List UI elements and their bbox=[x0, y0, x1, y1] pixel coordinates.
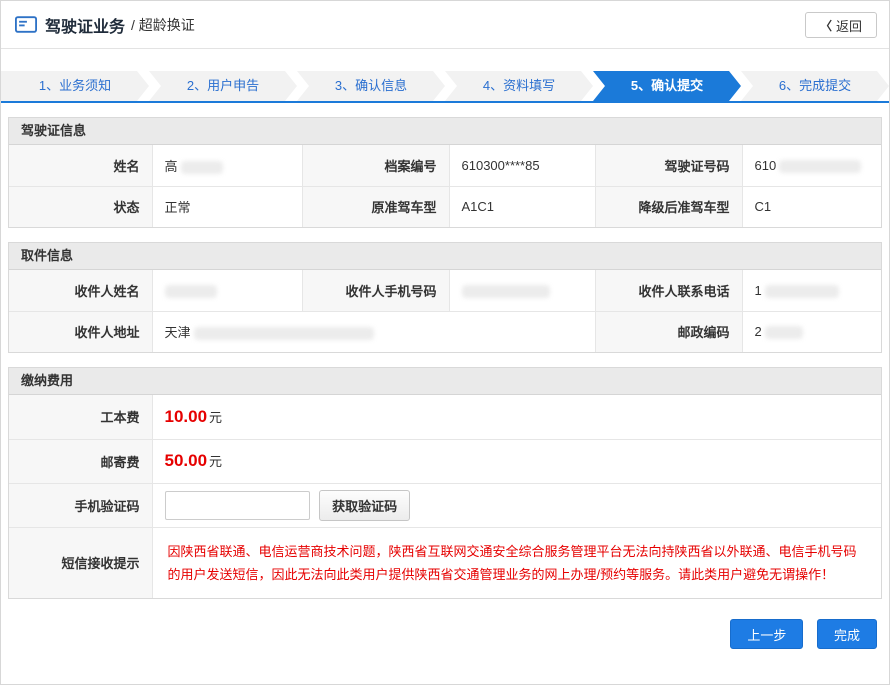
license-no-label: 驾驶证号码 bbox=[595, 145, 742, 186]
file-no-label: 档案编号 bbox=[302, 145, 449, 186]
address-label: 收件人地址 bbox=[9, 311, 152, 352]
name-value: 高 bbox=[152, 145, 302, 186]
cost-fee-unit: 元 bbox=[209, 410, 222, 425]
downgraded-class-value: C1 bbox=[742, 186, 881, 227]
step-label: 6、完成提交 bbox=[779, 78, 851, 93]
postage-fee-value: 50.00元 bbox=[152, 439, 881, 483]
step-4-fill-form[interactable]: 4、资料填写 bbox=[445, 71, 593, 101]
step-label: 2、用户申告 bbox=[187, 78, 259, 93]
step-label: 5、确认提交 bbox=[631, 78, 703, 93]
captcha-cell: 获取验证码 bbox=[152, 483, 881, 527]
section-title: 取件信息 bbox=[9, 243, 881, 270]
recipient-name-label: 收件人姓名 bbox=[9, 270, 152, 311]
finish-button[interactable]: 完成 bbox=[817, 619, 877, 649]
table-row: 手机验证码 获取验证码 bbox=[9, 483, 881, 527]
sms-notice-cell: 因陕西省联通、电信运营商技术问题，陕西省互联网交通安全综合服务管理平台无法向持陕… bbox=[152, 527, 881, 598]
pickup-info-section: 取件信息 收件人姓名 收件人手机号码 收件人联系电话 1 bbox=[8, 242, 882, 353]
name-label: 姓名 bbox=[9, 145, 152, 186]
postage-fee-label: 邮寄费 bbox=[9, 439, 152, 483]
recipient-mobile-value bbox=[449, 270, 595, 311]
captcha-input[interactable] bbox=[165, 491, 310, 520]
step-label: 4、资料填写 bbox=[483, 78, 555, 93]
table-row: 邮寄费 50.00元 bbox=[9, 439, 881, 483]
recipient-name-value bbox=[152, 270, 302, 311]
license-no-value: 610 bbox=[742, 145, 881, 186]
orig-class-label: 原准驾车型 bbox=[302, 186, 449, 227]
get-captcha-button[interactable]: 获取验证码 bbox=[319, 490, 410, 521]
address-text: 天津 bbox=[165, 325, 191, 340]
license-card-icon bbox=[15, 16, 37, 33]
redacted-text bbox=[165, 285, 217, 298]
table-row: 短信接收提示 因陕西省联通、电信运营商技术问题，陕西省互联网交通安全综合服务管理… bbox=[9, 527, 881, 598]
status-value: 正常 bbox=[152, 186, 302, 227]
captcha-label: 手机验证码 bbox=[9, 483, 152, 527]
cost-fee-value: 10.00元 bbox=[152, 395, 881, 439]
header: 驾驶证业务 / 超龄换证 〈 返回 bbox=[1, 1, 889, 49]
back-button-label: 返回 bbox=[836, 16, 862, 35]
redacted-text bbox=[194, 327, 374, 340]
cost-fee-amount: 10.00 bbox=[165, 407, 208, 426]
postcode-label: 邮政编码 bbox=[595, 311, 742, 352]
postcode-value: 2 bbox=[742, 311, 881, 352]
step-label: 3、确认信息 bbox=[335, 78, 407, 93]
step-5-confirm-submit[interactable]: 5、确认提交 bbox=[593, 71, 741, 101]
redacted-text bbox=[462, 285, 550, 298]
address-value: 天津 bbox=[152, 311, 595, 352]
cost-fee-label: 工本费 bbox=[9, 395, 152, 439]
footer-actions: 上一步 完成 bbox=[1, 599, 889, 649]
table-row: 收件人地址 天津 邮政编码 2 bbox=[9, 311, 881, 352]
orig-class-value: A1C1 bbox=[449, 186, 595, 227]
recipient-phone-text: 1 bbox=[755, 283, 762, 298]
page-subtitle: / 超龄换证 bbox=[131, 15, 195, 35]
section-title: 驾驶证信息 bbox=[9, 118, 881, 145]
postage-fee-amount: 50.00 bbox=[165, 451, 208, 470]
table-row: 工本费 10.00元 bbox=[9, 395, 881, 439]
license-no-text: 610 bbox=[755, 158, 777, 173]
redacted-text bbox=[779, 160, 861, 173]
sms-notice-label: 短信接收提示 bbox=[9, 527, 152, 598]
section-title: 缴纳费用 bbox=[9, 368, 881, 395]
chevron-left-icon: 〈 bbox=[820, 17, 832, 34]
status-label: 状态 bbox=[9, 186, 152, 227]
recipient-mobile-label: 收件人手机号码 bbox=[302, 270, 449, 311]
redacted-text bbox=[765, 285, 839, 298]
table-row: 姓名 高 档案编号 610300****85 驾驶证号码 610 bbox=[9, 145, 881, 186]
step-6-finish[interactable]: 6、完成提交 bbox=[741, 71, 889, 101]
previous-step-button[interactable]: 上一步 bbox=[730, 619, 803, 649]
page-title: 驾驶证业务 bbox=[45, 13, 125, 37]
page: 驾驶证业务 / 超龄换证 〈 返回 1、业务须知 2、用户申告 3、确认信息 4… bbox=[0, 0, 890, 685]
table-row: 状态 正常 原准驾车型 A1C1 降级后准驾车型 C1 bbox=[9, 186, 881, 227]
pickup-info-table: 收件人姓名 收件人手机号码 收件人联系电话 1 收件人地址 天津 邮政编码 bbox=[9, 270, 881, 352]
license-info-table: 姓名 高 档案编号 610300****85 驾驶证号码 610 状态 正常 原… bbox=[9, 145, 881, 227]
redacted-text bbox=[765, 326, 803, 339]
back-button[interactable]: 〈 返回 bbox=[805, 12, 877, 38]
fees-section: 缴纳费用 工本费 10.00元 邮寄费 50.00元 手机验证码 bbox=[8, 367, 882, 599]
fees-table: 工本费 10.00元 邮寄费 50.00元 手机验证码 获取验证码 短信接收提 bbox=[9, 395, 881, 598]
step-3-confirm-info[interactable]: 3、确认信息 bbox=[297, 71, 445, 101]
file-no-value: 610300****85 bbox=[449, 145, 595, 186]
step-2-declaration[interactable]: 2、用户申告 bbox=[149, 71, 297, 101]
license-info-section: 驾驶证信息 姓名 高 档案编号 610300****85 驾驶证号码 610 状… bbox=[8, 117, 882, 228]
recipient-phone-value: 1 bbox=[742, 270, 881, 311]
name-text: 高 bbox=[165, 159, 178, 174]
redacted-text bbox=[181, 161, 223, 174]
postcode-text: 2 bbox=[755, 324, 762, 339]
recipient-phone-label: 收件人联系电话 bbox=[595, 270, 742, 311]
step-1-notice[interactable]: 1、业务须知 bbox=[1, 71, 149, 101]
step-label: 1、业务须知 bbox=[39, 78, 111, 93]
postage-fee-unit: 元 bbox=[209, 454, 222, 469]
downgraded-class-label: 降级后准驾车型 bbox=[595, 186, 742, 227]
step-wizard: 1、业务须知 2、用户申告 3、确认信息 4、资料填写 5、确认提交 6、完成提… bbox=[1, 71, 889, 103]
sms-warning-text: 因陕西省联通、电信运营商技术问题，陕西省互联网交通安全综合服务管理平台无法向持陕… bbox=[168, 540, 867, 587]
table-row: 收件人姓名 收件人手机号码 收件人联系电话 1 bbox=[9, 270, 881, 311]
